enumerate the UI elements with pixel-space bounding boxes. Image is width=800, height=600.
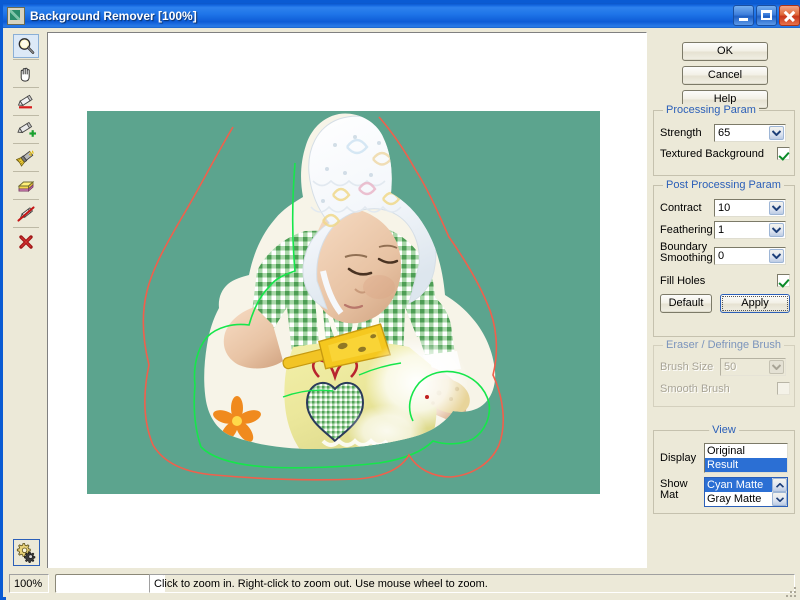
resize-grip[interactable]	[786, 587, 798, 599]
toolbar-separator	[13, 143, 39, 144]
view-title: View	[709, 424, 739, 436]
maximize-button[interactable]	[756, 5, 777, 26]
chevron-down-icon[interactable]	[769, 223, 784, 237]
toolbar-separator	[13, 171, 39, 172]
apply-button[interactable]: Apply	[720, 294, 790, 313]
eraser-defringe-brush-title: Eraser / Defringe Brush	[663, 339, 784, 351]
toolbar-separator	[13, 199, 39, 200]
settings-panel: OK Cancel Help Processing Param Strength…	[651, 30, 799, 590]
defringe-brush-tool[interactable]	[13, 146, 39, 170]
contract-label: Contract	[660, 202, 702, 214]
close-button[interactable]	[779, 5, 800, 26]
show-mat-label-line2: Mat	[660, 489, 679, 501]
smooth-brush-checkbox	[777, 382, 790, 395]
contract-combo[interactable]: 10	[714, 199, 786, 217]
show-mat-scrollbar[interactable]	[772, 478, 787, 506]
smooth-brush-label: Smooth Brush	[660, 382, 730, 395]
delete-stroke-tool[interactable]	[13, 202, 39, 226]
tool-palette	[6, 34, 46, 594]
ok-button[interactable]: OK	[682, 42, 768, 61]
strength-label: Strength	[660, 127, 702, 139]
pan-tool[interactable]	[13, 62, 39, 86]
mark-background-tool[interactable]	[13, 90, 39, 114]
post-processing-param-group: Post Processing Param Contract 10 Feathe…	[653, 179, 795, 337]
zoom-tool[interactable]	[13, 34, 39, 58]
display-option-original[interactable]: Original	[705, 444, 787, 458]
brush-size-combo: 50	[720, 358, 786, 376]
strength-combo[interactable]: 65	[714, 124, 786, 142]
boundary-smoothing-value: 0	[718, 250, 725, 262]
boundary-smoothing-combo[interactable]: 0	[714, 247, 786, 265]
boundary-smoothing-label-line2: Smoothing	[660, 252, 713, 264]
hint-field: Click to zoom in. Right-click to zoom ou…	[149, 574, 795, 593]
display-option-result[interactable]: Result	[705, 458, 787, 472]
toolbar-separator	[13, 115, 39, 116]
mark-foreground-tool[interactable]	[13, 118, 39, 142]
fill-holes-checkbox[interactable]	[777, 274, 790, 287]
textured-background-label: Textured Background	[660, 147, 764, 160]
feathering-label: Feathering	[660, 224, 713, 236]
scroll-down-icon[interactable]	[772, 492, 787, 506]
view-group: View Display Original Result Show Mat Cy…	[653, 424, 795, 514]
processing-param-title: Processing Param	[663, 104, 759, 116]
display-listbox[interactable]: Original Result	[704, 443, 788, 473]
client-area: OK Cancel Help Processing Param Strength…	[6, 28, 800, 600]
settings-button[interactable]	[13, 539, 40, 566]
scroll-up-icon[interactable]	[772, 478, 787, 492]
image-canvas[interactable]	[47, 32, 647, 576]
brush-size-label: Brush Size	[660, 361, 714, 373]
window-title: Background Remover [100%]	[30, 8, 197, 23]
toolbar-separator	[13, 87, 39, 88]
show-mat-option-gray[interactable]: Gray Matte	[705, 492, 776, 506]
eraser-defringe-brush-group: Eraser / Defringe Brush Brush Size 50 Sm…	[653, 339, 795, 407]
window-controls	[733, 5, 800, 26]
strength-value: 65	[718, 127, 731, 139]
show-mat-option-cyan[interactable]: Cyan Matte	[705, 478, 776, 492]
chevron-down-icon[interactable]	[769, 201, 784, 215]
matte-preview[interactable]	[87, 111, 600, 494]
cancel-button[interactable]: Cancel	[682, 66, 768, 85]
contract-value: 10	[718, 202, 731, 214]
toolbar-separator	[13, 59, 39, 60]
brush-size-value: 50	[724, 361, 737, 373]
zoom-level-field: 100%	[9, 574, 49, 593]
toolbar-separator	[13, 227, 39, 228]
status-bar: 100% Click to zoom in. Right-click to zo…	[6, 568, 800, 600]
application-window: Background Remover [100%] OK Cancel Help…	[0, 0, 800, 600]
textured-background-checkbox[interactable]	[777, 147, 790, 160]
minimize-button[interactable]	[733, 5, 754, 26]
show-mat-listbox[interactable]: Cyan Matte Gray Matte	[704, 477, 788, 507]
feathering-value: 1	[718, 224, 725, 236]
default-button[interactable]: Default	[660, 294, 712, 313]
post-processing-param-title: Post Processing Param	[663, 179, 784, 191]
chevron-down-icon[interactable]	[769, 249, 784, 263]
processing-param-group: Processing Param Strength 65 Textured Ba…	[653, 104, 795, 176]
app-icon	[7, 6, 25, 25]
feathering-combo[interactable]: 1	[714, 221, 786, 239]
eraser-tool[interactable]	[13, 174, 39, 198]
title-bar[interactable]: Background Remover [100%]	[3, 3, 800, 28]
fill-holes-label: Fill Holes	[660, 274, 706, 287]
chevron-down-icon[interactable]	[769, 126, 784, 140]
chevron-down-icon	[769, 360, 784, 374]
display-label: Display	[660, 452, 697, 464]
clear-all-tool[interactable]	[13, 230, 39, 254]
